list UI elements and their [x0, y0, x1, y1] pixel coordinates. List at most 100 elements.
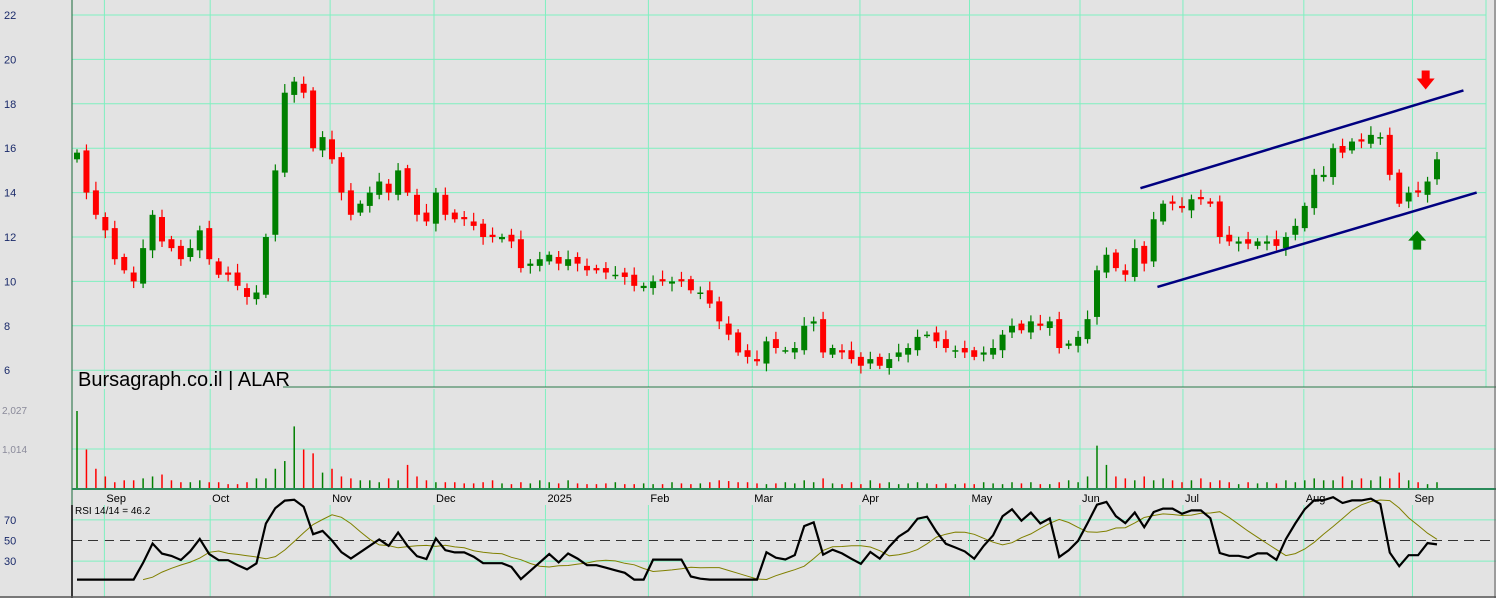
candle-body — [376, 181, 383, 195]
candle — [262, 233, 269, 299]
candle — [1141, 241, 1148, 272]
volume-bars — [76, 411, 1438, 488]
candle — [895, 343, 902, 362]
candle-body — [395, 170, 402, 195]
candle — [1349, 138, 1355, 154]
candle — [1245, 231, 1252, 250]
candle — [111, 220, 118, 265]
candle-body — [1084, 319, 1091, 340]
candle — [942, 330, 949, 353]
candle-body — [990, 348, 997, 355]
candle — [253, 285, 260, 305]
candle-body — [1141, 245, 1148, 264]
candle-body — [801, 325, 808, 351]
candle-body — [914, 336, 921, 351]
candle — [1112, 249, 1119, 272]
candle — [1226, 226, 1233, 246]
candle-body — [1226, 234, 1233, 242]
candle-body — [1415, 190, 1422, 193]
candle — [187, 239, 194, 262]
candle-body — [782, 350, 789, 352]
candle — [1131, 239, 1138, 282]
candle — [867, 351, 874, 370]
candle-body — [640, 285, 647, 289]
candle — [1273, 230, 1280, 251]
candle — [300, 76, 307, 99]
candle-body — [1216, 201, 1223, 237]
candle-body — [744, 350, 751, 357]
candle — [744, 344, 751, 364]
month-label: Sep — [1414, 493, 1434, 505]
candle — [366, 186, 373, 213]
candle — [272, 164, 279, 242]
candle — [92, 181, 99, 220]
candle — [1122, 264, 1129, 282]
candle-body — [1292, 225, 1299, 235]
candle — [886, 353, 893, 375]
candle-body — [225, 272, 232, 275]
candle-body — [772, 339, 779, 348]
candle-body — [735, 332, 742, 353]
candle-body — [121, 256, 128, 271]
rsi-line — [77, 495, 1438, 581]
candle-body — [1207, 201, 1214, 204]
candle-body — [489, 234, 496, 237]
candle-body — [669, 281, 675, 284]
rsi-tick-label: 70 — [4, 515, 16, 527]
rsi-tick-label: 30 — [4, 556, 16, 568]
candle-body — [1046, 321, 1053, 329]
candle — [1150, 211, 1157, 267]
candle — [952, 345, 959, 358]
candle — [810, 316, 817, 332]
candle-body — [555, 256, 562, 264]
candle-body — [461, 217, 468, 220]
candle-body — [1424, 181, 1431, 195]
candle-body — [1056, 319, 1063, 348]
candle-body — [659, 279, 666, 282]
candle — [121, 253, 128, 274]
candle — [385, 179, 392, 201]
sell-arrow-icon — [1416, 70, 1435, 90]
candle-body — [584, 265, 590, 271]
candle-body — [536, 259, 543, 266]
candle — [480, 219, 487, 245]
candle-body — [1349, 141, 1355, 151]
candle — [565, 250, 572, 271]
candle-body — [366, 192, 373, 206]
candle-body — [857, 356, 864, 366]
candle-body — [1122, 270, 1129, 275]
candle — [546, 251, 553, 265]
candle — [820, 311, 827, 358]
candle — [876, 353, 883, 370]
candle — [1188, 194, 1195, 219]
candle-body — [338, 157, 345, 193]
candle-body — [829, 348, 836, 355]
candle — [612, 266, 619, 280]
candle — [536, 251, 543, 272]
candle — [1207, 198, 1214, 208]
candle-body — [687, 279, 694, 291]
candle — [735, 329, 742, 356]
candle — [234, 263, 241, 291]
candle-body — [1197, 197, 1204, 200]
candle — [489, 227, 496, 243]
candle — [159, 209, 165, 247]
candle-body — [1386, 134, 1393, 175]
candle — [499, 233, 505, 243]
candle-body — [1330, 148, 1337, 178]
buy-arrow-icon — [1408, 230, 1427, 250]
candle-body — [546, 254, 553, 262]
candle-body — [716, 301, 723, 322]
candle — [1330, 143, 1337, 185]
candle-body — [442, 194, 449, 215]
candle — [291, 76, 298, 103]
candle — [621, 267, 628, 285]
candle — [1056, 311, 1063, 354]
candle — [1434, 151, 1440, 185]
candle-body — [1282, 237, 1289, 249]
candle — [602, 262, 609, 280]
candle — [461, 211, 468, 226]
candle-body — [357, 203, 364, 213]
candle — [423, 203, 430, 226]
candle-body — [140, 248, 147, 284]
